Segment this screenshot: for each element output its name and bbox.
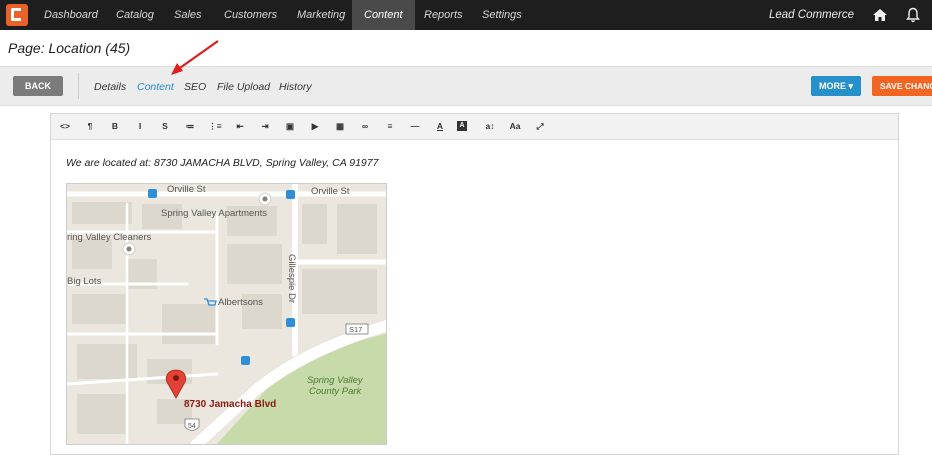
video-icon[interactable]: ▶: [307, 118, 323, 134]
tab-seo[interactable]: SEO: [184, 81, 206, 93]
code-view-icon[interactable]: <>: [57, 118, 73, 134]
svg-text:Gillespie Dr: Gillespie Dr: [286, 254, 297, 303]
editor-content-text[interactable]: We are located at: 8730 JAMACHA BLVD, Sp…: [66, 157, 378, 169]
svg-text:Orville St: Orville St: [311, 186, 350, 197]
background-color-icon[interactable]: A: [457, 121, 467, 131]
font-size-icon[interactable]: a↕: [482, 118, 498, 134]
nav-dashboard[interactable]: Dashboard: [32, 0, 110, 30]
svg-text:Orville St: Orville St: [167, 184, 206, 195]
tab-details[interactable]: Details: [94, 81, 126, 93]
table-icon[interactable]: ▦: [332, 118, 348, 134]
more-label: MORE: [818, 81, 846, 91]
account-name-link[interactable]: Lead Commerce: [769, 0, 854, 30]
svg-text:ring Valley Cleaners: ring Valley Cleaners: [67, 232, 152, 243]
horizontal-rule-icon[interactable]: —: [407, 118, 423, 134]
svg-text:Spring ValleyCounty Park: Spring Valley County Park: [307, 375, 364, 397]
bell-icon[interactable]: [906, 7, 920, 23]
image-icon[interactable]: ▣: [282, 118, 298, 134]
unordered-list-icon[interactable]: ≔: [182, 118, 198, 134]
bold-icon[interactable]: B: [107, 118, 123, 134]
fullscreen-icon[interactable]: ⤢: [532, 118, 548, 134]
tab-content[interactable]: Content: [137, 81, 174, 93]
font-family-icon[interactable]: Aa: [507, 118, 523, 134]
logo-icon[interactable]: [6, 4, 28, 26]
more-button[interactable]: MORE ▾: [811, 76, 861, 96]
toolbar-divider: [78, 73, 79, 99]
strikethrough-icon[interactable]: S: [157, 118, 173, 134]
nav-customers[interactable]: Customers: [212, 0, 289, 30]
nav-reports[interactable]: Reports: [412, 0, 475, 30]
rich-text-editor: <> ¶ B I S ≔ ⋮≡ ⇤ ⇥ ▣ ▶ ▦ ∞ ≡ — A Aa↕ Aa ⤢ We are located …: [50, 113, 899, 455]
indent-icon[interactable]: ⇥: [257, 118, 273, 134]
tab-file-upload[interactable]: File Upload: [217, 81, 270, 93]
link-icon[interactable]: ∞: [357, 118, 373, 134]
nav-settings[interactable]: Settings: [470, 0, 534, 30]
nav-sales[interactable]: Sales: [162, 0, 214, 30]
annotation-arrow: [171, 40, 219, 75]
caret-down-icon: ▾: [848, 81, 854, 91]
italic-icon[interactable]: I: [132, 118, 148, 134]
title-bar: Page: Location (45): [0, 30, 932, 66]
svg-text:Albertsons: Albertsons: [218, 297, 263, 308]
svg-text:8730 Jamacha Blvd: 8730 Jamacha Blvd: [184, 399, 276, 410]
ordered-list-icon[interactable]: ⋮≡: [207, 118, 223, 134]
map-canvas: Orville St Orville St Spring Valley Apar…: [67, 184, 386, 444]
svg-text:Big Lots: Big Lots: [67, 276, 102, 287]
svg-text:54: 54: [188, 423, 196, 430]
paragraph-icon[interactable]: ¶: [82, 118, 98, 134]
svg-text:S17: S17: [349, 325, 362, 334]
nav-content[interactable]: Content: [352, 0, 415, 30]
page-title: Page: Location (45): [8, 40, 131, 56]
home-icon[interactable]: [872, 8, 888, 22]
back-button[interactable]: BACK: [13, 76, 63, 96]
nav-catalog[interactable]: Catalog: [104, 0, 166, 30]
action-toolbar: BACK Details Content SEO File Upload His…: [0, 66, 932, 106]
tab-history[interactable]: History: [279, 81, 312, 93]
nav-marketing[interactable]: Marketing: [285, 0, 357, 30]
font-color-icon[interactable]: A: [432, 118, 448, 134]
save-changes-button[interactable]: SAVE CHANGES: [872, 76, 932, 96]
svg-text:Spring Valley Apartments: Spring Valley Apartments: [161, 208, 267, 219]
outdent-icon[interactable]: ⇤: [232, 118, 248, 134]
top-navigation: Dashboard Catalog Sales Customers Market…: [0, 0, 932, 30]
embedded-map[interactable]: Orville St Orville St Spring Valley Apar…: [66, 183, 387, 445]
editor-toolbar: <> ¶ B I S ≔ ⋮≡ ⇤ ⇥ ▣ ▶ ▦ ∞ ≡ — A Aa↕ Aa ⤢: [51, 114, 898, 140]
align-icon[interactable]: ≡: [382, 118, 398, 134]
